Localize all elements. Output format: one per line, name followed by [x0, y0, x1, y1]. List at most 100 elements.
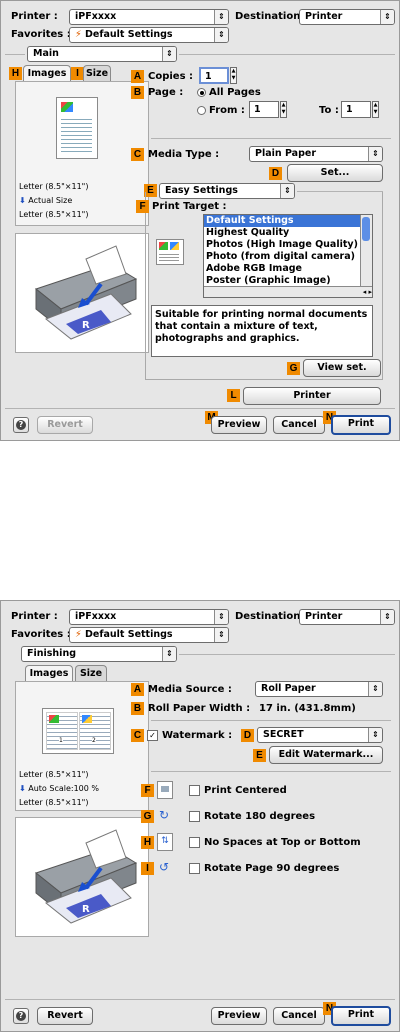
to-field[interactable]: 1 — [341, 101, 371, 118]
no-spaces-icon: ⇅ — [157, 833, 173, 851]
tab-size[interactable]: Size — [83, 65, 111, 81]
updown-arrows-icon: ⇕ — [380, 10, 394, 24]
all-pages-radio[interactable]: All Pages — [197, 86, 261, 99]
printer-label: Printer : — [11, 11, 58, 22]
print-button[interactable]: Print — [331, 415, 391, 435]
page-2-preview: 2 — [79, 712, 111, 750]
favorites-label: Favorites : — [11, 29, 71, 40]
badge-i: I — [141, 862, 154, 875]
badge-c: C — [131, 148, 144, 161]
layout-preview-panel: Letter (8.5"×11") ⬇ Actual Size Letter (… — [15, 81, 149, 226]
to-stepper[interactable]: ▲ ▼ — [372, 101, 379, 118]
watermark-select[interactable]: SECRET ⇕ — [257, 727, 383, 743]
radio-selected-icon — [197, 87, 206, 97]
favorites-label: Favorites : — [11, 629, 71, 640]
updown-arrows-icon: ⇕ — [162, 47, 176, 61]
panel-select[interactable]: Finishing ⇕ — [21, 646, 177, 662]
media-source-label: Media Source : — [148, 684, 232, 695]
thumbnail-photo-icon — [61, 102, 73, 112]
from-stepper[interactable]: ▲ ▼ — [280, 101, 287, 118]
updown-arrows-icon: ⇕ — [380, 610, 394, 624]
checkbox-empty-icon — [189, 784, 200, 796]
tab-images[interactable]: Images — [23, 65, 71, 81]
updown-arrows-icon: ⇕ — [214, 10, 228, 24]
list-item[interactable]: Highest Quality — [204, 227, 372, 239]
help-button[interactable]: ? — [13, 417, 29, 433]
badge-h: H — [9, 67, 22, 80]
scale-info: ⬇ Auto Scale:100 % — [19, 784, 99, 793]
favorites-select[interactable]: ⚡ Default Settings ⇕ — [69, 27, 229, 43]
preview-button[interactable]: Preview — [211, 416, 267, 434]
paper-size-original: Letter (8.5"×11") — [19, 182, 89, 191]
cancel-button[interactable]: Cancel — [273, 416, 325, 434]
page-1-preview: 1 — [46, 712, 78, 750]
copies-stepper[interactable]: ▲ ▼ — [230, 67, 237, 84]
edit-watermark-button[interactable]: Edit Watermark... — [269, 746, 383, 764]
print-centered-icon — [157, 781, 173, 799]
revert-button[interactable]: Revert — [37, 416, 93, 434]
print-target-list[interactable]: Default Settings Highest Quality Photos … — [203, 214, 373, 298]
destination-select[interactable]: Printer ⇕ — [299, 609, 395, 625]
badge-h: H — [141, 836, 154, 849]
media-source-select[interactable]: Roll Paper ⇕ — [255, 681, 383, 697]
paper-size-output: Letter (8.5"×11") — [19, 210, 89, 219]
print-centered-checkbox[interactable]: Print Centered — [189, 784, 287, 797]
divider — [151, 720, 391, 721]
divider — [5, 999, 395, 1000]
rotate-180-checkbox[interactable]: Rotate 180 degrees — [189, 810, 315, 823]
printer-illustration-panel: R — [15, 817, 149, 937]
set-button[interactable]: Set... — [287, 164, 383, 182]
badge-c: C — [131, 729, 144, 742]
tab-size[interactable]: Size — [75, 665, 107, 681]
watermark-checkbox[interactable]: ✓ Watermark : — [147, 729, 232, 742]
print-button[interactable]: Print — [331, 1006, 391, 1026]
favorites-select[interactable]: ⚡ Default Settings ⇕ — [69, 627, 229, 643]
preview-button[interactable]: Preview — [211, 1007, 267, 1025]
rotate-90-icon: ↺ — [158, 860, 170, 874]
divider — [151, 771, 391, 772]
to-label: To : — [319, 105, 339, 116]
print-dialog-finishing: Printer : iPFxxxx ⇕ Destination : Printer… — [0, 600, 400, 1032]
copies-field[interactable]: 1 — [199, 67, 229, 84]
no-spaces-checkbox[interactable]: No Spaces at Top or Bottom — [189, 836, 361, 849]
from-field[interactable]: 1 — [249, 101, 279, 118]
printer-illustration: R — [34, 829, 138, 924]
svg-text:R: R — [82, 320, 90, 331]
destination-select[interactable]: Printer ⇕ — [299, 9, 395, 25]
divider — [179, 654, 395, 655]
checkbox-empty-icon — [189, 836, 200, 848]
list-scrollbar[interactable] — [360, 215, 372, 286]
cancel-button[interactable]: Cancel — [273, 1007, 325, 1025]
arrow-down-icon: ⬇ — [19, 784, 26, 793]
print-target-label: Print Target : — [152, 201, 227, 212]
badge-b: B — [131, 702, 144, 715]
thumbnail-text-lines — [61, 116, 92, 152]
list-item[interactable]: Photo (from digital camera) — [204, 251, 372, 263]
updown-arrows-icon: ⇕ — [162, 647, 176, 661]
checkmark-icon: ✓ — [147, 729, 158, 741]
badge-d: D — [241, 729, 254, 742]
help-button[interactable]: ? — [13, 1008, 29, 1024]
from-radio[interactable]: From : — [197, 104, 245, 117]
tab-images[interactable]: Images — [25, 665, 73, 681]
help-icon: ? — [16, 420, 26, 430]
badge-g: G — [287, 362, 300, 375]
list-item[interactable]: Default Settings — [204, 215, 372, 227]
list-hscrollbar[interactable]: ◂ ▸ — [204, 286, 372, 297]
badge-b: B — [131, 86, 144, 99]
printer-select[interactable]: iPFxxxx ⇕ — [69, 9, 229, 25]
list-item[interactable]: Adobe RGB Image — [204, 263, 372, 275]
panel-select[interactable]: Main ⇕ — [27, 46, 177, 62]
list-item[interactable]: Photos (High Image Quality) — [204, 239, 372, 251]
rotate-90-checkbox[interactable]: Rotate Page 90 degrees — [189, 862, 339, 875]
updown-arrows-icon: ⇕ — [368, 682, 382, 696]
media-type-select[interactable]: Plain Paper ⇕ — [249, 146, 383, 162]
target-description: Suitable for printing normal documents t… — [151, 305, 373, 357]
printer-button[interactable]: Printer — [243, 387, 381, 405]
badge-g: G — [141, 810, 154, 823]
divider — [5, 54, 25, 55]
view-set-button[interactable]: View set. — [303, 359, 381, 377]
scroll-thumb[interactable] — [362, 217, 370, 241]
printer-select[interactable]: iPFxxxx ⇕ — [69, 609, 229, 625]
revert-button[interactable]: Revert — [37, 1007, 93, 1025]
